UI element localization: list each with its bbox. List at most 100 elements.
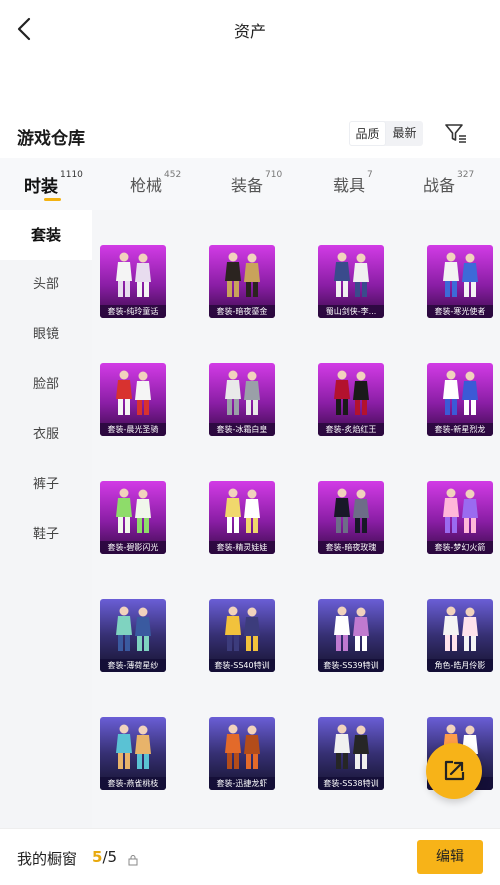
item-card[interactable]: 套装-SS39特训 bbox=[318, 599, 384, 672]
sort-toggle: 品质 最新 bbox=[349, 121, 423, 146]
tab-vehicles[interactable]: 载具7 bbox=[333, 170, 373, 196]
item-caption: 套装-寒光使者 bbox=[427, 305, 493, 318]
item-caption: 蜀山剑侠-李... bbox=[318, 305, 384, 318]
tab-label: 战备 bbox=[423, 176, 456, 195]
category-tabs: 时装1110 枪械452 装备710 载具7 战备327 bbox=[0, 158, 500, 210]
outfit-preview-image bbox=[443, 252, 478, 297]
item-card[interactable]: 套装-SS40特训 bbox=[209, 599, 275, 672]
filter-button[interactable] bbox=[444, 122, 468, 144]
outfit-preview-image bbox=[443, 370, 478, 415]
tab-label: 时装 bbox=[24, 177, 58, 197]
outfit-preview-image bbox=[116, 724, 151, 769]
item-card[interactable]: 套装-冰霜白皇 bbox=[209, 363, 275, 436]
page-title: 资产 bbox=[233, 22, 266, 41]
active-tab-indicator bbox=[44, 198, 61, 201]
item-caption: 套装-炙焰红王 bbox=[318, 423, 384, 436]
item-card[interactable]: 角色-皓月伶影 bbox=[427, 599, 493, 672]
item-caption: 套装-梦幻火箭 bbox=[427, 541, 493, 554]
item-card[interactable]: 套装-梦幻火箭 bbox=[427, 481, 493, 554]
item-card[interactable]: 套装-晨光圣骑 bbox=[100, 363, 166, 436]
item-card[interactable]: 套装-新星烈龙 bbox=[427, 363, 493, 436]
item-card[interactable]: 套装-炙焰红王 bbox=[318, 363, 384, 436]
outfit-preview-image bbox=[334, 252, 369, 297]
showcase-bar: 我的橱窗 5/5 编辑 bbox=[0, 828, 500, 885]
item-card[interactable]: 套装-燕雀桃枝 bbox=[100, 717, 166, 790]
outfit-preview-image bbox=[116, 370, 151, 415]
edit-button[interactable]: 编辑 bbox=[417, 840, 483, 874]
outfit-preview-image bbox=[334, 488, 369, 533]
tab-count: 1110 bbox=[60, 170, 83, 180]
item-caption: 套装-冰霜白皇 bbox=[209, 423, 275, 436]
tab-label: 枪械 bbox=[130, 176, 163, 195]
item-card[interactable]: 套装-纯玲童话 bbox=[100, 245, 166, 318]
item-caption: 角色-皓月伶影 bbox=[427, 659, 493, 672]
item-caption: 套装-暗夜鎏金 bbox=[209, 305, 275, 318]
tab-count: 7 bbox=[367, 170, 373, 180]
sidebar-item-face[interactable]: 脸部 bbox=[0, 360, 92, 410]
outfit-preview-image bbox=[443, 606, 478, 651]
showcase-current: 5 bbox=[92, 848, 103, 866]
sidebar-item-shoes[interactable]: 鞋子 bbox=[0, 510, 92, 560]
sidebar-item-clothes[interactable]: 衣服 bbox=[0, 410, 92, 460]
tab-combat-supplies[interactable]: 战备327 bbox=[423, 170, 475, 196]
showcase-total: /5 bbox=[102, 848, 118, 866]
item-caption: 套装-SS40特训 bbox=[209, 659, 275, 672]
outfit-preview-image bbox=[116, 606, 151, 651]
item-card[interactable]: 套装-暗夜玫瑰 bbox=[318, 481, 384, 554]
item-card[interactable]: 套装-迅捷龙虾 bbox=[209, 717, 275, 790]
item-caption: 套装-晨光圣骑 bbox=[100, 423, 166, 436]
item-caption: 套装-SS39特训 bbox=[318, 659, 384, 672]
item-caption: 套装-新星烈龙 bbox=[427, 423, 493, 436]
outfit-preview-image bbox=[225, 724, 260, 769]
item-card[interactable]: 套装-薄荷星纱 bbox=[100, 599, 166, 672]
item-caption: 套装-SS38特训 bbox=[318, 777, 384, 790]
lock-icon bbox=[128, 851, 138, 866]
outfit-preview-image bbox=[225, 252, 260, 297]
sidebar-item-head[interactable]: 头部 bbox=[0, 260, 92, 310]
tab-count: 452 bbox=[164, 170, 182, 180]
outfit-preview-image bbox=[225, 606, 260, 651]
tab-fashion[interactable]: 时装1110 bbox=[24, 170, 83, 197]
tab-label: 载具 bbox=[333, 176, 366, 195]
item-caption: 套装-迅捷龙虾 bbox=[209, 777, 275, 790]
header: 资产 bbox=[0, 0, 500, 60]
asset-page: 资产 游戏仓库 品质 最新 时装1110 枪械452 装备710 载具7 战备3… bbox=[0, 0, 500, 885]
outfit-preview-image bbox=[225, 488, 260, 533]
tab-count: 327 bbox=[457, 170, 475, 180]
item-caption: 套装-碧影闪光 bbox=[100, 541, 166, 554]
sidebar-item-pants[interactable]: 裤子 bbox=[0, 460, 92, 510]
share-button[interactable] bbox=[426, 743, 482, 799]
item-card[interactable]: 套装-精灵娃娃 bbox=[209, 481, 275, 554]
item-card[interactable]: 套装-寒光使者 bbox=[427, 245, 493, 318]
filter-icon bbox=[445, 124, 466, 143]
item-card[interactable]: 套装-暗夜鎏金 bbox=[209, 245, 275, 318]
item-caption: 套装-薄荷星纱 bbox=[100, 659, 166, 672]
showcase-count: 5/5 bbox=[92, 848, 117, 866]
tab-label: 装备 bbox=[231, 176, 264, 195]
sort-latest-option[interactable]: 最新 bbox=[386, 121, 423, 146]
outfit-preview-image bbox=[225, 370, 260, 415]
outfit-preview-image bbox=[116, 252, 151, 297]
sidebar-item-glasses[interactable]: 眼镜 bbox=[0, 310, 92, 360]
tab-equipment[interactable]: 装备710 bbox=[231, 170, 283, 196]
item-grid: 套装-纯玲童话 套装-暗夜鎏金 蜀山剑侠-李... 套装-寒光使者 套装-晨光圣骑 套装-… bbox=[92, 210, 500, 828]
tab-firearms[interactable]: 枪械452 bbox=[130, 170, 182, 196]
item-card[interactable]: 套装-SS38特训 bbox=[318, 717, 384, 790]
sort-quality-option[interactable]: 品质 bbox=[349, 121, 386, 146]
section-title: 游戏仓库 bbox=[17, 129, 85, 149]
sidebar: 套装 头部 眼镜 脸部 衣服 裤子 鞋子 bbox=[0, 210, 92, 828]
outfit-preview-image bbox=[443, 488, 478, 533]
item-card[interactable]: 蜀山剑侠-李... bbox=[318, 245, 384, 318]
outfit-preview-image bbox=[116, 488, 151, 533]
item-caption: 套装-精灵娃娃 bbox=[209, 541, 275, 554]
outfit-preview-image bbox=[334, 724, 369, 769]
tab-count: 710 bbox=[265, 170, 283, 180]
item-caption: 套装-纯玲童话 bbox=[100, 305, 166, 318]
item-caption: 套装-燕雀桃枝 bbox=[100, 777, 166, 790]
item-caption: 套装-暗夜玫瑰 bbox=[318, 541, 384, 554]
item-card[interactable]: 套装-碧影闪光 bbox=[100, 481, 166, 554]
outfit-preview-image bbox=[334, 606, 369, 651]
sidebar-item-suit[interactable]: 套装 bbox=[0, 210, 92, 260]
share-external-icon bbox=[444, 760, 465, 781]
outfit-preview-image bbox=[334, 370, 369, 415]
